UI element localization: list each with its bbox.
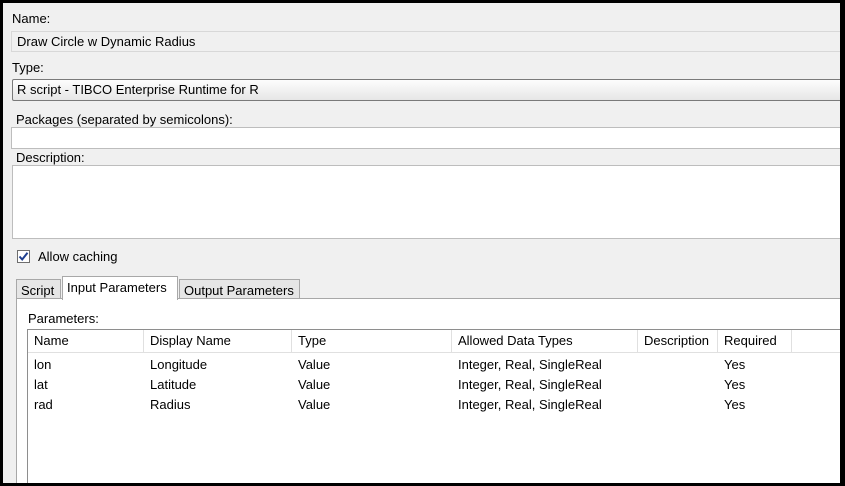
- grid-header: Name Display Name Type Allowed Data Type…: [28, 330, 840, 353]
- cell-name: lat: [34, 377, 48, 392]
- col-header-name[interactable]: Name: [28, 330, 144, 352]
- cell-type: Value: [298, 357, 331, 372]
- cell-required: Yes: [724, 357, 746, 372]
- name-field[interactable]: Draw Circle w Dynamic Radius: [11, 31, 840, 52]
- cell-required: Yes: [724, 377, 746, 392]
- description-label: Description:: [16, 150, 85, 165]
- table-row[interactable]: lon Longitude Value Integer, Real, Singl…: [28, 355, 840, 375]
- tab-output-parameters[interactable]: Output Parameters: [179, 279, 300, 300]
- tab-input-parameters[interactable]: Input Parameters: [62, 276, 178, 300]
- input-parameters-panel: Parameters: Name Display Name Type Allow…: [16, 298, 840, 483]
- col-header-display-name[interactable]: Display Name: [144, 330, 292, 352]
- col-header-description[interactable]: Description: [638, 330, 718, 352]
- cell-allowed-data-types: Integer, Real, SingleReal: [458, 377, 602, 392]
- cell-type: Value: [298, 397, 331, 412]
- cell-name: rad: [34, 397, 53, 412]
- type-select[interactable]: R script - TIBCO Enterprise Runtime for …: [12, 79, 840, 101]
- cell-description: [638, 395, 644, 415]
- cell-type: Value: [298, 377, 331, 392]
- allow-caching-label: Allow caching: [38, 248, 118, 264]
- allow-caching-checkbox[interactable]: [17, 249, 30, 263]
- cell-display-name: Longitude: [150, 357, 208, 372]
- cell-allowed-data-types: Integer, Real, SingleReal: [458, 357, 602, 372]
- description-textarea[interactable]: [12, 165, 840, 239]
- parameters-grid[interactable]: Name Display Name Type Allowed Data Type…: [27, 329, 840, 483]
- cell-required: Yes: [724, 397, 746, 412]
- table-row[interactable]: rad Radius Value Integer, Real, SingleRe…: [28, 395, 840, 415]
- type-label: Type:: [12, 60, 44, 75]
- tab-script[interactable]: Script: [16, 279, 61, 300]
- cell-display-name: Latitude: [150, 377, 197, 392]
- cell-name: lon: [34, 357, 52, 372]
- packages-input[interactable]: [11, 127, 840, 149]
- packages-label: Packages (separated by semicolons):: [16, 112, 233, 127]
- cell-display-name: Radius: [150, 397, 191, 412]
- cell-description: [638, 355, 644, 375]
- parameters-label: Parameters:: [28, 311, 99, 326]
- script-editor-window: Name: Draw Circle w Dynamic Radius Type:…: [3, 3, 840, 483]
- cell-allowed-data-types: Integer, Real, SingleReal: [458, 397, 602, 412]
- cell-description: [638, 375, 644, 395]
- col-header-type[interactable]: Type: [292, 330, 452, 352]
- name-label: Name:: [12, 11, 51, 26]
- table-row[interactable]: lat Latitude Value Integer, Real, Single…: [28, 375, 840, 395]
- col-header-allowed-data-types[interactable]: Allowed Data Types: [452, 330, 638, 352]
- checkmark-icon: [18, 251, 29, 261]
- col-header-required[interactable]: Required: [718, 330, 792, 352]
- allow-caching-row[interactable]: Allow caching: [17, 247, 118, 265]
